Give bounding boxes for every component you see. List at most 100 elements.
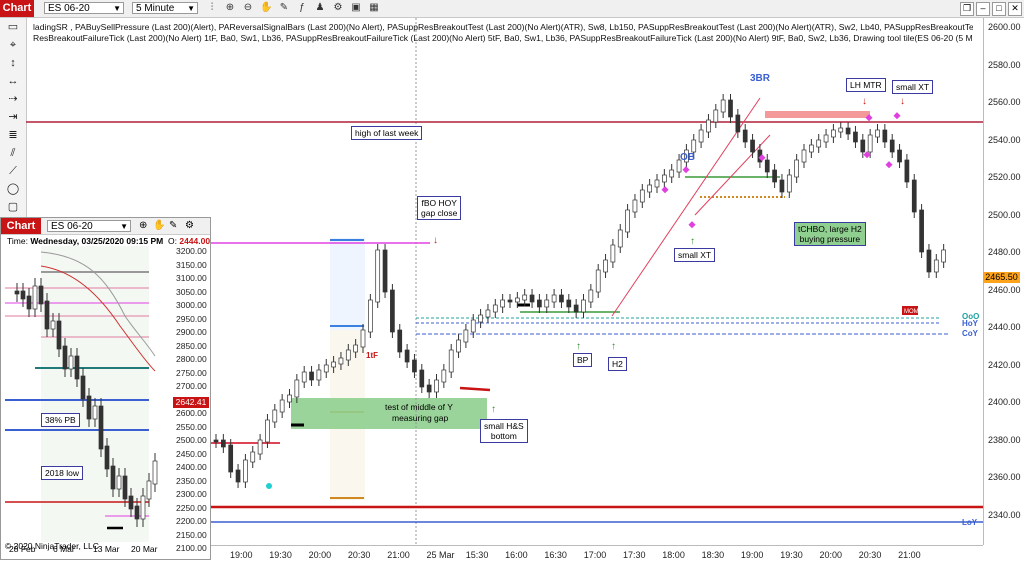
magenta-markers — [661, 112, 901, 229]
candle-body — [750, 139, 755, 153]
candle-body — [889, 139, 895, 153]
arrow-down-icon: ↓ — [862, 96, 867, 107]
maximize-icon[interactable]: □ — [992, 2, 1006, 16]
annot-bp[interactable]: BP — [573, 353, 593, 367]
label-ob: OB — [680, 152, 695, 163]
candle-body — [853, 131, 858, 143]
annot-2018-low[interactable]: 2018 low — [41, 466, 84, 480]
chevron-down-icon: ▼ — [120, 222, 128, 231]
inset-y-tick-label: 2800.00 — [176, 354, 207, 364]
candle-body — [610, 244, 616, 263]
y-tick-label: 2580.00 — [988, 59, 1021, 70]
y-tick-label: 2480.00 — [988, 247, 1021, 257]
time-label: Time: — [7, 236, 28, 246]
candle-body — [595, 269, 601, 293]
candle-body — [713, 109, 719, 123]
hand-icon[interactable]: ✋ — [153, 220, 165, 231]
y-tick-label: 2500.00 — [988, 209, 1021, 220]
annot-high-last-week[interactable]: high of last week — [351, 126, 423, 140]
candle-body — [875, 129, 880, 138]
draw-icon[interactable]: ✎ — [169, 220, 177, 231]
candle-body — [573, 304, 579, 313]
candle-body — [228, 444, 234, 473]
inset-candle-body — [62, 345, 68, 370]
candle-body — [331, 361, 336, 368]
x-tick-label: 20:30 — [858, 550, 882, 560]
x-tick-label: 19:00 — [740, 550, 764, 560]
candle-body — [404, 349, 410, 363]
annot-lh-mtr[interactable]: LH MTR — [846, 78, 886, 92]
inset-y-tick-label: 2450.00 — [176, 448, 207, 459]
candle-body — [294, 379, 300, 398]
y-tick-label: 2440.00 — [988, 322, 1021, 332]
candle-body — [265, 419, 270, 443]
inset-y-tick-label: 2350.00 — [176, 475, 207, 486]
inset-y-tick-label: 3150.00 — [176, 259, 207, 270]
candle-body — [919, 209, 924, 253]
label-3br: 3BR — [750, 73, 771, 84]
candle-body — [720, 99, 726, 113]
candle-body — [617, 229, 623, 248]
annot-tchbo[interactable]: tCHBO, large H2 buying pressure — [794, 222, 866, 246]
candle-body — [588, 289, 594, 303]
time-axis[interactable]: 19:00 19:30 20:00 20:30 21:00 25 Mar 15:30 16:0… — [210, 545, 983, 576]
candle-body — [941, 249, 947, 263]
candle-body — [478, 314, 483, 323]
candle-body — [801, 149, 807, 163]
x-tick-label: 18:00 — [662, 550, 685, 560]
inset-candle-body — [38, 285, 44, 305]
zoom-icon[interactable]: ⊕ — [139, 220, 147, 231]
y-tick-label: 2420.00 — [988, 359, 1021, 370]
inset-plot[interactable] — [5, 246, 173, 542]
candle-body — [823, 134, 829, 143]
candle-body — [933, 259, 939, 273]
annot-h2[interactable]: H2 — [608, 357, 627, 371]
inset-y-tick-label: 2300.00 — [176, 489, 207, 499]
candle-body — [514, 297, 520, 303]
annot-small-xt-low[interactable]: small XT — [674, 248, 716, 262]
candle-body — [603, 259, 608, 273]
candle-body — [529, 294, 535, 303]
inset-candle-body — [68, 355, 74, 370]
candle-body — [345, 349, 351, 361]
inset-y-tick-label: 2550.00 — [176, 421, 207, 432]
mom-label: MOM — [904, 309, 919, 315]
properties-icon[interactable]: ⚙ — [185, 220, 194, 231]
annot-small-xt-high[interactable]: small XT — [892, 80, 934, 94]
candle-body — [816, 139, 822, 148]
test-middle-text-1: test of middle of Y — [385, 402, 453, 412]
annot-small-hs[interactable]: small H&S bottom — [480, 419, 528, 443]
inset-candle-body — [146, 480, 152, 500]
label-1tf: 1tF — [366, 351, 378, 360]
inset-chart-tab[interactable]: Chart — [1, 218, 41, 234]
inset-y-tick-label: 2100.00 — [176, 543, 207, 553]
candle-body — [250, 451, 256, 463]
x-tick-label: 20:00 — [308, 550, 332, 560]
x-tick-label: 17:30 — [623, 550, 646, 560]
inset-y-tick-label: 2750.00 — [176, 367, 207, 378]
close-icon[interactable]: ✕ — [1008, 2, 1022, 16]
inset-chart-window[interactable]: Chart ES 06-20 ▼ ⊕ ✋ ✎ ⚙ Time: Wednesday,… — [0, 217, 211, 560]
inset-y-tick-label: 2200.00 — [176, 516, 207, 526]
inset-y-tick-label: 2950.00 — [176, 313, 207, 324]
inset-x-tick-label: 28 Feb — [9, 544, 36, 554]
candle-body — [551, 294, 557, 303]
inset-candle-body — [92, 405, 98, 420]
candle-body — [537, 299, 542, 308]
inset-instrument-selector[interactable]: ES 06-20 ▼ — [47, 220, 131, 232]
candle-body — [831, 129, 836, 138]
arrow-up-icon: ↑ — [576, 341, 581, 352]
annot-fbo-hoy[interactable]: fBO HOY gap close — [417, 196, 462, 220]
inset-y-tick-label: 3050.00 — [176, 286, 207, 297]
label-loy: LoY — [962, 518, 978, 527]
x-tick-label: 16:00 — [505, 550, 528, 560]
inset-candle-body — [50, 320, 56, 330]
inset-y-tick-label: 2150.00 — [176, 529, 207, 540]
inset-y-tick-label: 2600.00 — [176, 408, 207, 418]
arrow-up-icon: ↑ — [611, 341, 616, 352]
candle-body — [779, 179, 785, 193]
candle-body — [882, 129, 888, 143]
y-tick-label: 2360.00 — [988, 472, 1021, 482]
inset-price-axis[interactable]: 3200.00 3150.00 3100.00 3050.00 3000.00 2950.… — [173, 246, 210, 553]
annot-38pb[interactable]: 38% PB — [41, 413, 80, 427]
